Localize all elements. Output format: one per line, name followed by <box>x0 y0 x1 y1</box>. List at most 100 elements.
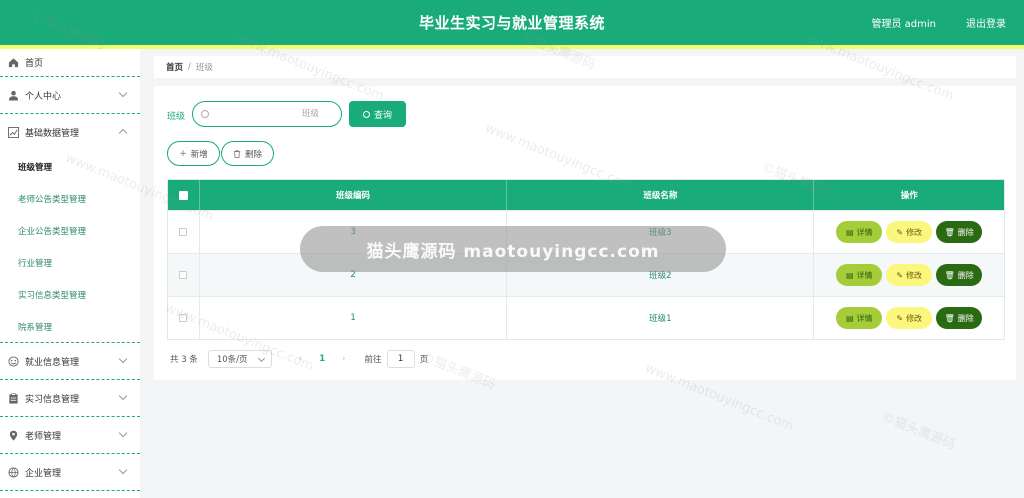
goto-page-input[interactable] <box>386 350 415 368</box>
search-icon <box>362 110 370 118</box>
search-icon <box>201 110 209 118</box>
goto-unit: 页 <box>419 355 429 365</box>
sidebar-subitem-industry[interactable]: 行业管理 <box>0 247 140 279</box>
sidebar-subitem-department[interactable]: 院系管理 <box>0 311 140 343</box>
column-header-actions: 操作 <box>900 191 918 201</box>
cell-code: 3 <box>200 211 508 253</box>
sidebar-subitem-class[interactable]: 班级管理 <box>0 151 140 183</box>
trash-icon: 🗑 <box>944 270 955 280</box>
delete-button-label: 删除 <box>957 313 974 323</box>
chevron-down-icon <box>118 465 128 475</box>
class-search-input[interactable] <box>213 106 333 122</box>
delete-button[interactable]: 🗑 删除 <box>936 264 983 286</box>
breadcrumb-home[interactable]: 首页 <box>166 61 183 73</box>
add-button[interactable]: + 新增 <box>167 141 220 166</box>
sidebar-subitem-teacher-notice-type[interactable]: 老师公告类型管理 <box>0 183 140 215</box>
sidebar-item-profile[interactable]: 个人中心 <box>0 77 140 114</box>
sidebar-item-home[interactable]: 首页 <box>0 49 140 77</box>
edit-button[interactable]: ✎ 修改 <box>886 221 933 243</box>
cell-name: 班级3 <box>507 211 815 253</box>
page-size-value: 10条/页 <box>216 355 248 365</box>
delete-button-label: 删除 <box>957 227 974 237</box>
edit-button[interactable]: ✎ 修改 <box>886 307 933 329</box>
watermark-tile: ©猫头鹰源码 <box>879 409 958 453</box>
row-checkbox[interactable] <box>179 314 188 322</box>
sidebar: 首页 个人中心 基础数据管理 班级管理 老师公告类型管理 企业公告类型管理 行业… <box>0 49 140 498</box>
detail-button[interactable]: ▤ 详情 <box>836 307 883 329</box>
clipboard-icon <box>9 392 18 404</box>
edit-button[interactable]: ✎ 修改 <box>886 264 933 286</box>
cell-actions: ▤ 详情 ✎ 修改 🗑 删除 <box>814 211 1004 253</box>
chevron-up-icon <box>118 128 128 138</box>
sidebar-subitem-internship-type[interactable]: 实习信息类型管理 <box>0 279 140 311</box>
document-icon: ▤ <box>845 227 854 237</box>
chevron-down-icon <box>118 354 128 364</box>
column-header-name: 班级名称 <box>507 180 815 210</box>
sidebar-item-label: 基础数据管理 <box>25 129 80 139</box>
sidebar-item-label: 首页 <box>25 59 44 69</box>
row-checkbox[interactable] <box>179 271 188 279</box>
sidebar-item-teacher[interactable]: 老师管理 <box>0 417 140 454</box>
current-user: 管理员 admin <box>871 19 936 30</box>
cell-actions: ▤ 详情 ✎ 修改 🗑 删除 <box>814 254 1004 296</box>
batch-delete-button[interactable]: 删除 <box>221 141 274 166</box>
document-icon: ▤ <box>845 270 854 280</box>
table-row: 2 班级2 ▤ 详情 ✎ 修改 🗑 删除 <box>168 253 1004 296</box>
delete-button[interactable]: 🗑 删除 <box>936 221 983 243</box>
sidebar-item-internship[interactable]: 实习信息管理 <box>0 380 140 417</box>
top-header: 毕业生实习与就业管理系统 管理员 admin 退出登录 <box>0 0 1024 45</box>
breadcrumb-separator: / <box>188 62 191 72</box>
sidebar-item-label: 老师管理 <box>25 431 62 442</box>
prev-page-icon[interactable]: ‹ <box>299 354 302 364</box>
row-checkbox[interactable] <box>179 228 188 236</box>
app-title: 毕业生实习与就业管理系统 <box>418 14 605 32</box>
search-box <box>192 101 342 127</box>
detail-button-label: 详情 <box>856 227 873 237</box>
globe-icon <box>8 466 19 478</box>
chevron-down-icon <box>257 354 265 363</box>
page-size-select[interactable]: 10条/页 <box>207 350 272 368</box>
plus-icon: + <box>179 148 187 159</box>
header-accent-strip <box>0 45 1024 49</box>
cell-code: 2 <box>200 254 508 296</box>
chart-icon <box>8 127 19 138</box>
detail-button-label: 详情 <box>856 313 873 323</box>
select-all-checkbox[interactable] <box>178 190 188 200</box>
next-page-icon[interactable]: › <box>342 354 345 364</box>
document-icon: ▤ <box>845 313 854 323</box>
sidebar-subitem-company-notice-type[interactable]: 企业公告类型管理 <box>0 215 140 247</box>
page-number[interactable]: 1 <box>319 354 325 364</box>
chevron-down-icon <box>118 391 128 401</box>
detail-button[interactable]: ▤ 详情 <box>836 264 883 286</box>
total-count: 共 3 条 <box>170 355 198 365</box>
detail-button[interactable]: ▤ 详情 <box>836 221 883 243</box>
trash-icon: 🗑 <box>944 313 955 323</box>
trash-icon: 🗑 <box>944 227 955 237</box>
header-checkbox-cell <box>168 180 200 210</box>
search-label: 班级 <box>167 112 186 122</box>
sidebar-item-company[interactable]: 企业管理 <box>0 454 140 491</box>
edit-button-label: 修改 <box>906 313 923 323</box>
column-header-code: 班级编码 <box>200 180 508 210</box>
detail-button-label: 详情 <box>856 270 873 280</box>
table-row: 3 班级3 ▤ 详情 ✎ 修改 🗑 删除 <box>168 210 1004 253</box>
query-button[interactable]: 查询 <box>349 101 406 127</box>
delete-button[interactable]: 🗑 删除 <box>936 307 983 329</box>
cell-code: 1 <box>200 297 508 339</box>
chevron-down-icon <box>118 428 128 438</box>
pencil-icon: ✎ <box>896 270 904 280</box>
sidebar-item-employment[interactable]: 就业信息管理 <box>0 343 140 380</box>
sidebar-item-label: 就业信息管理 <box>25 357 80 368</box>
pencil-icon: ✎ <box>896 227 904 237</box>
query-button-label: 查询 <box>373 110 392 121</box>
sidebar-item-label: 实习信息管理 <box>25 394 80 405</box>
submenu-basic-data: 班级管理 老师公告类型管理 企业公告类型管理 行业管理 实习信息类型管理 院系管… <box>0 151 140 343</box>
pagination: 共 3 条 10条/页 ‹ 1 › 前往 页 <box>170 349 428 369</box>
edit-button-label: 修改 <box>906 270 923 280</box>
sidebar-item-basic-data[interactable]: 基础数据管理 <box>0 114 140 151</box>
logout-link[interactable]: 退出登录 <box>966 15 1006 30</box>
home-icon <box>8 58 19 68</box>
chevron-down-icon <box>118 88 128 98</box>
sidebar-item-label: 个人中心 <box>25 91 62 102</box>
breadcrumb: 首页 / 班级 <box>154 56 1016 78</box>
